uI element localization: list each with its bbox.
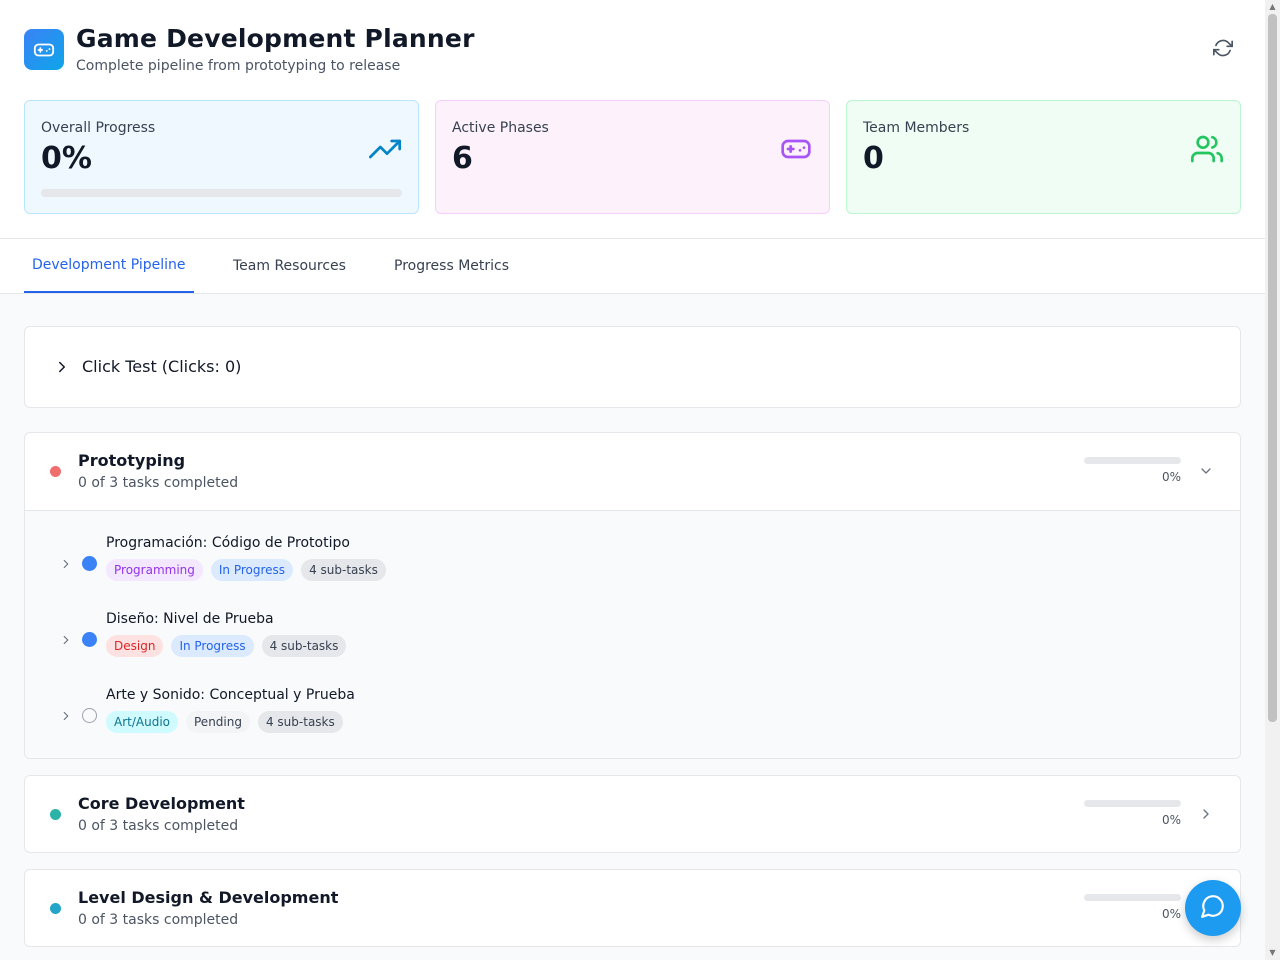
stat-label: Team Members [863, 120, 970, 136]
chat-button[interactable] [1185, 880, 1241, 936]
phase-progress-bar [1084, 894, 1181, 901]
empty-circle-icon[interactable] [82, 708, 97, 723]
stat-value: 0% [41, 141, 92, 176]
page-subtitle: Complete pipeline from prototyping to re… [76, 58, 401, 74]
task-item[interactable]: Programación: Código de Prototipo Progra… [25, 535, 1240, 595]
vertical-scrollbar[interactable]: ▲ ▼ [1265, 0, 1280, 960]
phase-title: Prototyping [78, 451, 186, 470]
click-test-card[interactable]: Click Test (Clicks: 0) [24, 326, 1241, 408]
refresh-icon [1213, 38, 1233, 62]
phase-header[interactable]: Prototyping 0 of 3 tasks completed 0% [25, 433, 1240, 510]
task-name: Diseño: Nivel de Prueba [106, 611, 274, 627]
stat-card-overall-progress: Overall Progress 0% [24, 100, 419, 214]
subtask-count-tag: 4 sub-tasks [261, 635, 347, 657]
status-tag: In Progress [210, 559, 294, 581]
task-tags: Design In Progress 4 sub-tasks [106, 635, 347, 657]
stat-label: Overall Progress [41, 120, 156, 136]
stat-value: 0 [863, 141, 884, 176]
subtask-count-tag: 4 sub-tasks [257, 711, 343, 733]
stat-label: Active Phases [452, 120, 549, 136]
scroll-down-arrow[interactable]: ▼ [1268, 948, 1277, 957]
task-tags: Programming In Progress 4 sub-tasks [106, 559, 386, 581]
phase-header[interactable]: Core Development 0 of 3 tasks completed … [25, 776, 1240, 853]
scrollbar-thumb[interactable] [1268, 14, 1277, 722]
status-tag: In Progress [171, 635, 254, 657]
filled-circle-icon[interactable] [82, 632, 97, 647]
stat-card-active-phases: Active Phases 6 [435, 100, 830, 214]
task-item[interactable]: Diseño: Nivel de Prueba Design In Progre… [25, 611, 1240, 671]
phase-color-dot [50, 466, 61, 477]
phase-card-prototyping: Prototyping 0 of 3 tasks completed 0% Pr… [24, 432, 1241, 759]
phase-progress-bar [1084, 800, 1181, 807]
click-test-label: Click Test (Clicks: 0) [82, 357, 242, 376]
phase-progress-bar [1084, 457, 1181, 464]
tab-team-resources[interactable]: Team Resources [225, 239, 354, 293]
phase-subtitle: 0 of 3 tasks completed [78, 912, 239, 928]
category-tag: Programming [106, 559, 203, 581]
chevron-right-icon[interactable] [59, 632, 73, 651]
phase-percent: 0% [1161, 470, 1181, 484]
phase-title: Core Development [78, 794, 245, 813]
header: Game Development Planner Complete pipeli… [0, 0, 1265, 239]
users-icon [1190, 133, 1224, 165]
category-tag: Design [106, 635, 164, 657]
phase-subtitle: 0 of 3 tasks completed [78, 475, 239, 491]
tab-development-pipeline[interactable]: Development Pipeline [24, 239, 194, 293]
subtask-count-tag: 4 sub-tasks [301, 559, 386, 581]
filled-circle-icon[interactable] [82, 556, 97, 571]
chat-bubble-icon [1200, 893, 1226, 923]
trending-up-icon [368, 133, 402, 165]
phase-header[interactable]: Level Design & Development 0 of 3 tasks … [25, 870, 1240, 947]
phase-percent: 0% [1161, 813, 1181, 827]
phase-percent: 0% [1161, 907, 1181, 921]
phase-card-core-development: Core Development 0 of 3 tasks completed … [24, 775, 1241, 853]
stat-value: 6 [452, 141, 473, 176]
stat-card-team-members: Team Members 0 [846, 100, 1241, 214]
chevron-right-icon [53, 358, 71, 380]
scroll-up-arrow[interactable]: ▲ [1268, 2, 1277, 11]
overall-progress-bar [41, 189, 402, 197]
gamepad-icon [24, 29, 64, 70]
status-tag: Pending [186, 711, 250, 733]
chevron-down-icon[interactable] [1197, 462, 1215, 480]
refresh-button[interactable] [1207, 34, 1239, 66]
chevron-right-icon[interactable] [1197, 805, 1215, 823]
task-tags: Art/Audio Pending 4 sub-tasks [106, 711, 343, 733]
phase-color-dot [50, 809, 61, 820]
tab-bar: Development Pipeline Team Resources Prog… [0, 239, 1265, 294]
task-name: Arte y Sonido: Conceptual y Prueba [106, 687, 355, 703]
app-page: Game Development Planner Complete pipeli… [0, 0, 1265, 960]
task-name: Programación: Código de Prototipo [106, 535, 350, 551]
task-list: Programación: Código de Prototipo Progra… [25, 510, 1240, 758]
page-title: Game Development Planner [76, 24, 475, 53]
phase-title: Level Design & Development [78, 888, 339, 907]
phase-color-dot [50, 903, 61, 914]
chevron-right-icon[interactable] [59, 556, 73, 575]
task-item[interactable]: Arte y Sonido: Conceptual y Prueba Art/A… [25, 687, 1240, 747]
tab-progress-metrics[interactable]: Progress Metrics [386, 239, 517, 293]
phase-subtitle: 0 of 3 tasks completed [78, 818, 239, 834]
category-tag: Art/Audio [106, 711, 178, 733]
chevron-right-icon[interactable] [59, 708, 73, 727]
gamepad-icon [779, 133, 813, 165]
phase-card-level-design: Level Design & Development 0 of 3 tasks … [24, 869, 1241, 947]
